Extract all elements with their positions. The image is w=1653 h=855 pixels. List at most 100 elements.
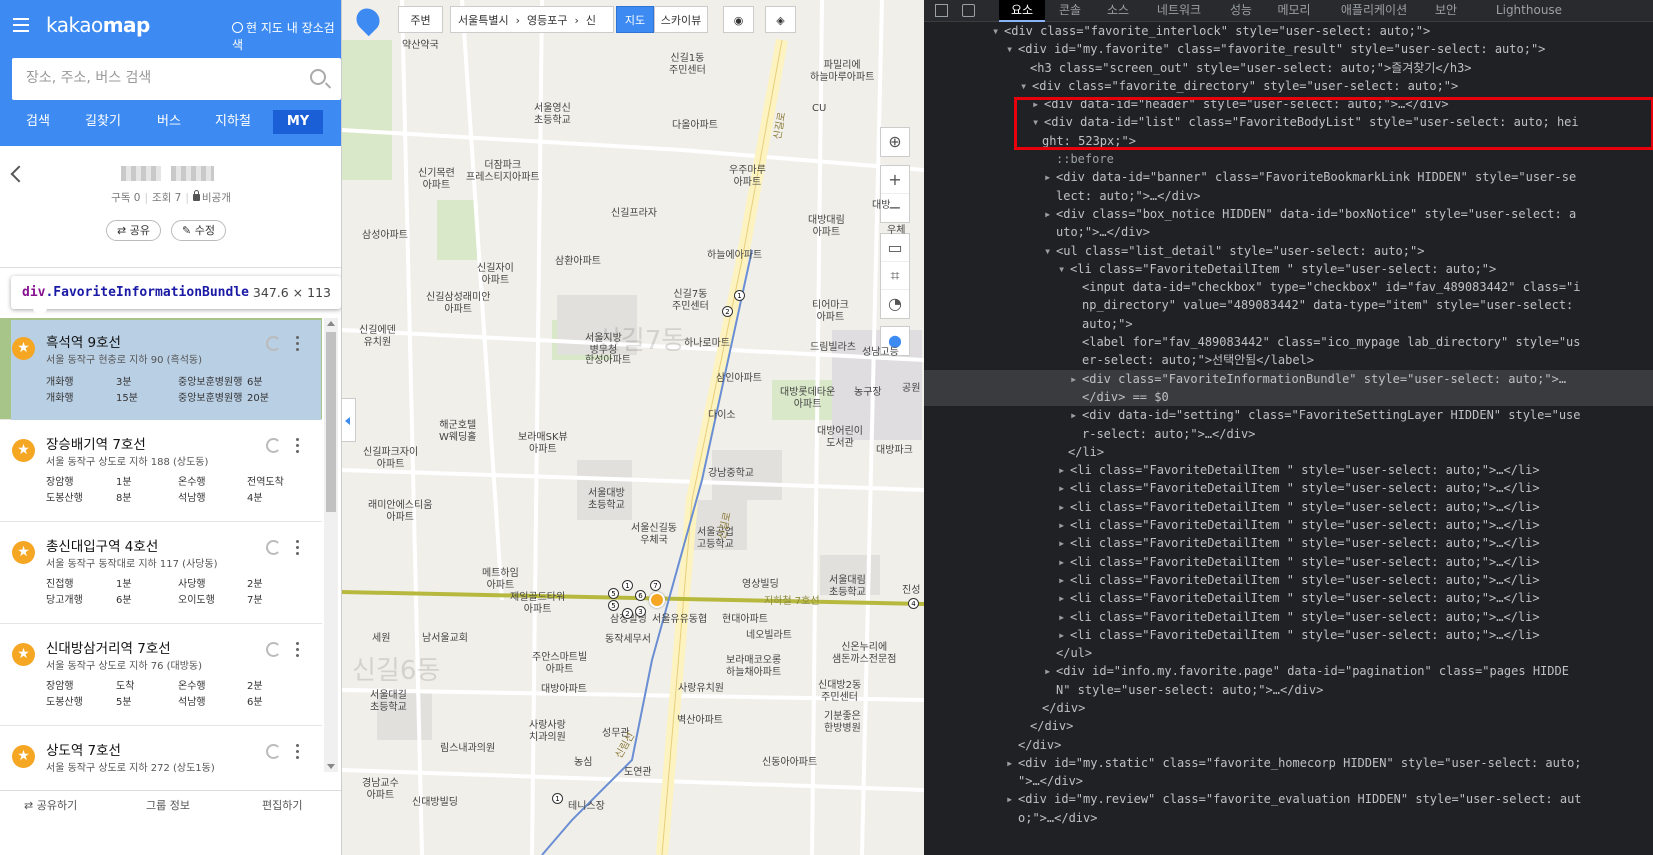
back-icon[interactable] [10,165,28,183]
area-icon[interactable]: ⌗ [881,262,909,290]
map-place-label[interactable]: 서울신길동 우체국 [631,523,677,547]
map-place-label[interactable]: 림스내과의원 [440,743,495,755]
scroll-up-icon[interactable] [327,321,335,326]
map-place-label[interactable]: 농심 [574,757,592,769]
list-item[interactable]: ★ 흑석역 9호선 서울 동작구 현충로 지하 90 (흑석동) 개화행 3분 … [0,318,322,420]
map-place-label[interactable]: 서울대방 초등학교 [588,488,625,512]
edit-all-button[interactable]: 편집하기 [262,797,302,813]
dom-node[interactable]: ▸ <li class="FavoriteDetailItem " style="… [924,553,1653,571]
map-place-label[interactable]: 벽산아파트 [677,715,723,727]
dom-node[interactable]: ▸ <div data-id="banner" class="FavoriteBo… [924,168,1653,186]
dom-node[interactable]: ▾ <div id="my.favorite" class="favorite_r… [924,40,1653,58]
dom-node[interactable]: ▾ <li class="FavoriteDetailItem " style="… [924,260,1653,278]
map-place-label[interactable]: 강남중학교 [708,468,754,480]
star-icon[interactable]: ★ [12,541,35,564]
map-place-label[interactable]: 서울유유동협 [652,614,707,626]
dom-node[interactable]: ▸ <li class="FavoriteDetailItem " style="… [924,571,1653,589]
map-place-label[interactable]: 우주마루 아파트 [729,165,766,189]
map-place-label[interactable]: 신기목련 아파트 [418,168,455,192]
more-icon[interactable] [296,336,300,352]
group-info-button[interactable]: 그룹 정보 [146,797,190,813]
map-place-label[interactable]: 진성 [902,585,920,597]
map-place-label[interactable]: 서울영신 초등학교 [534,103,571,127]
tab-sources[interactable]: 소스 [1097,0,1139,22]
map-place-label[interactable]: 신길프라자 [611,208,657,220]
map-place-label[interactable]: 서울대길 초등학교 [370,690,407,714]
inspect-icon[interactable] [935,4,948,17]
map-place-label[interactable]: 신길7동 주민센터 [672,289,709,313]
dom-node[interactable]: ▸ <li class="FavoriteDetailItem " style="… [924,534,1653,552]
dom-node[interactable]: ▸ <div id="my.review" class="favorite_eva… [924,790,1653,808]
list-item[interactable]: ★ 총신대입구역 4호선 서울 동작구 동작대로 지하 117 (사당동) 진접… [0,522,322,624]
dom-node[interactable]: ▸ <li class="FavoriteDetailItem " style="… [924,626,1653,644]
map-place-label[interactable]: 신동아아파트 [762,757,817,769]
scroll-down-icon[interactable] [327,764,335,769]
dom-node[interactable]: ▾ <div class="favorite_interlock" style="… [924,22,1653,40]
tab-directions[interactable]: 길찾기 [85,110,121,134]
more-icon[interactable] [296,642,300,658]
map-place-label[interactable]: 삼성아파트 [362,230,408,242]
map-place-label[interactable]: 하나로마트 [684,338,730,350]
dom-node[interactable]: <h3 class="screen_out" style="user-selec… [924,59,1653,77]
map-place-label[interactable]: 티어마크 아파트 [812,300,849,324]
map-place-label[interactable]: 현대아파트 [722,614,768,626]
dom-node[interactable]: ▾ <div class="favorite_directory" style="… [924,77,1653,95]
tab-lighthouse[interactable]: Lighthouse [1480,0,1578,22]
map-scope-search-toggle[interactable]: 현 지도 내 장소검색 [232,19,341,53]
dom-node-selected[interactable]: ▸ <div class="FavoriteInformationBundle" … [924,369,1653,388]
map-place-label[interactable]: 경남교수 아파트 [362,778,399,802]
map-place-label[interactable]: 네오빌라트 [746,630,792,642]
star-icon[interactable]: ★ [12,439,35,462]
ruler-icon[interactable]: ▭ [881,234,909,262]
map-place-label[interactable]: 신온누리에 샘돈까스전문점 [832,642,896,666]
breadcrumb-item[interactable]: 신 [586,14,596,27]
map-place-label[interactable]: 한성아파트 [585,355,631,367]
map-place-label[interactable]: 다올아파트 [672,120,718,132]
refresh-icon[interactable] [266,744,281,759]
breadcrumb-item[interactable]: 영등포구 [527,14,567,27]
map-place-label[interactable]: 대방 [872,200,890,212]
map-place-label[interactable]: CU [812,103,826,115]
map-place-label[interactable]: 삼인아파트 [716,373,762,385]
dom-node[interactable]: ▸ <li class="FavoriteDetailItem " style="… [924,589,1653,607]
map-place-label[interactable]: 세원 [372,633,390,645]
dom-node[interactable]: ▸ <li class="FavoriteDetailItem " style="… [924,516,1653,534]
dom-node[interactable]: ▸ <div data-id="setting" class="FavoriteS… [924,406,1653,424]
map-place-label[interactable]: 해군호텔 W웨딩홀 [439,420,477,444]
map-place-label[interactable]: 드림빌라츠 [810,342,856,354]
map-place-label[interactable]: 래미안에스티움 아파트 [368,500,432,524]
edit-button[interactable]: ✎ 수정 [171,220,226,241]
refresh-icon[interactable] [266,336,281,351]
location-pin-icon[interactable]: 홈 [351,3,385,37]
collapse-panel-icon[interactable] [342,398,356,442]
roadview-icon[interactable]: ◉ [723,6,754,33]
tab-subway[interactable]: 지하철 [215,110,251,134]
tab-my[interactable]: MY [273,110,323,134]
tab-console[interactable]: 콘솔 [1049,0,1091,22]
map-place-label[interactable]: 주안스마트빌 아파트 [532,652,587,676]
map-place-label[interactable]: 농구장 [854,387,882,399]
search-icon[interactable] [310,69,326,85]
device-toolbar-icon[interactable] [962,4,975,17]
dom-node[interactable]: <label for="fav_489083442" class="ico_my… [924,333,1653,351]
map-place-label[interactable]: 더잠파크 프레스티지아파트 [466,160,540,184]
tab-performance[interactable]: 성능 [1220,0,1262,22]
scrollbar-thumb[interactable] [326,332,336,512]
dom-node[interactable]: ▸ <li class="FavoriteDetailItem " style="… [924,461,1653,479]
radius-icon[interactable]: ◔ [881,290,909,318]
tab-memory[interactable]: 메모리 [1268,0,1320,22]
map-place-label[interactable]: 우체 [887,225,905,237]
dom-node[interactable]: ▸ <div class="box_notice HIDDEN" data-id=… [924,205,1653,223]
more-icon[interactable] [296,438,300,454]
star-icon[interactable]: ★ [12,337,35,360]
pseudo-element[interactable]: ::before [924,150,1653,168]
share-button[interactable]: ⇄ 공유 [106,220,161,241]
map-place-label[interactable]: 보라매코오롱 하늘채아파트 [726,655,781,679]
map-place-label[interactable]: 성남고등 [862,347,899,359]
map-place-label[interactable]: 신길파크자이 아파트 [363,447,418,471]
dom-node[interactable]: ▾ <ul class="list_detail" style="user-sel… [924,242,1653,260]
dom-node[interactable]: ▸ <div id="my.static" class="favorite_hom… [924,754,1653,772]
map-place-label[interactable]: 사랑유치원 [678,683,724,695]
tab-security[interactable]: 보안 [1426,0,1466,22]
map-place-label[interactable]: 도연관 [624,767,652,779]
